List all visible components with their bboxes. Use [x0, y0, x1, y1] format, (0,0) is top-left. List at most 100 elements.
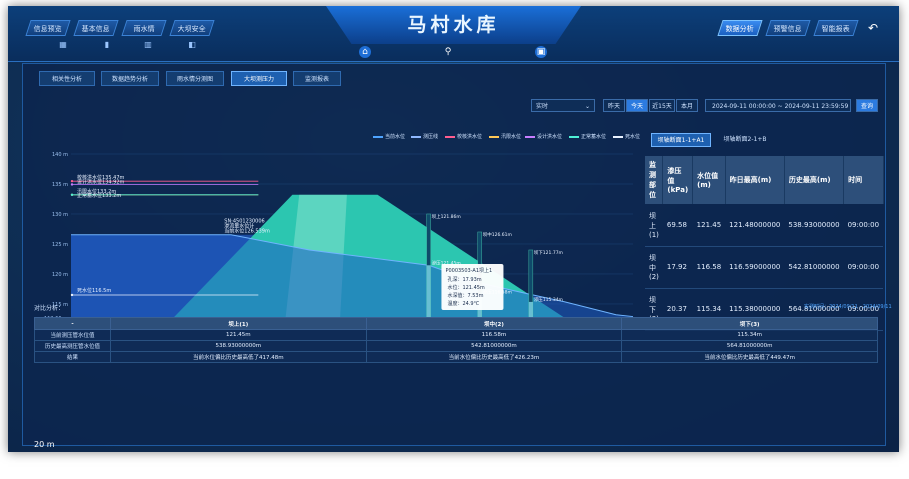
table-cell: 69.58: [662, 204, 693, 247]
table-row: 坝中(2) 17.92 116.58 116.59000000 542.8100…: [645, 246, 884, 289]
analysis-table: - 坝上(1) 坝中(2) 坝下(3) 当前测压管水位值 121.45m 116…: [34, 317, 878, 363]
table-row: 历史最高测压管水位值 538.93000000m 542.81000000m 5…: [34, 340, 878, 352]
tooltip-row: 水位：121.45m: [447, 284, 484, 291]
range-yesterday[interactable]: 昨天: [603, 99, 625, 112]
header-cell: 坝上(1): [110, 317, 367, 330]
header-cell: 渗压值(kPa): [662, 156, 694, 204]
tab-data-analysis[interactable]: 数据分析: [717, 20, 763, 36]
tooltip-title: P0003503-A1坝上1: [445, 267, 492, 274]
table-cell: 17.92: [662, 246, 693, 289]
grid-icon[interactable]: ▦: [58, 40, 68, 49]
query-button[interactable]: 查询: [856, 99, 878, 112]
back-icon[interactable]: ↶: [864, 20, 882, 36]
legend-item: 正常蓄水位: [569, 133, 606, 140]
header-cell: 水位值(m): [692, 156, 726, 204]
level-marker: [70, 179, 74, 183]
range-today[interactable]: 今天: [626, 99, 648, 112]
location-icon[interactable]: ⚲: [442, 46, 454, 58]
current-water-label: 当前水位126.539m: [224, 228, 270, 235]
y-tick-label: 130 m: [52, 212, 68, 218]
table-cell: 121.45m: [110, 329, 367, 341]
table-cell: 当前水位偏比历史最高低了449.47m: [621, 351, 878, 363]
row-label: 当前测压管水位值: [34, 329, 111, 341]
subtab-dam-pressure[interactable]: 大坝测压力: [231, 71, 287, 86]
piezometer-water: [426, 265, 431, 318]
piezometer-label: 坝下121.77m: [534, 249, 563, 256]
tab-smart-report[interactable]: 智能报表: [813, 20, 859, 36]
y-tick-label: 135 m: [52, 182, 68, 188]
range-month[interactable]: 本月: [676, 99, 698, 112]
level-label: 正常蓄水位133.2m: [77, 192, 121, 199]
analysis-range: 实测时间：2024/09/11 - 2024/09/11: [804, 304, 892, 310]
header-cell: 历史最高(m): [784, 156, 845, 204]
table-cell: 564.81000000m: [621, 340, 878, 352]
piezometer-sub-label: 渗压115.34m: [534, 296, 563, 303]
monitor-table-header: 监测部位 渗压值(kPa) 水位值(m) 昨日最高(m) 历史最高(m) 时间: [645, 156, 884, 204]
doc-icon[interactable]: ▮: [102, 40, 112, 49]
legend-item: 汛限水位: [489, 133, 521, 140]
table-cell: 当前水位偏比历史最高低了426.23m: [365, 351, 623, 363]
tab-warning-info[interactable]: 预警信息: [765, 20, 811, 36]
table-cell: 坝中(2): [645, 246, 663, 289]
header-cell: 坝下(3): [621, 317, 878, 330]
table-cell: 116.59000000: [725, 246, 785, 289]
piezometer-label: 坝中126.61m: [483, 231, 512, 238]
subtab-monitor-report[interactable]: 监测报表: [293, 71, 341, 86]
tooltip-row: 水深值：7.53m: [447, 292, 483, 299]
bars-icon[interactable]: ▥: [143, 40, 153, 49]
range-15days[interactable]: 近15天: [649, 99, 675, 112]
mode-select[interactable]: 实时 ⌄: [531, 99, 595, 112]
subtab-trend[interactable]: 数据趋势分析: [101, 71, 159, 86]
tab-overview[interactable]: 信息预览: [25, 20, 71, 36]
y-tick-label: 140 m: [52, 152, 68, 158]
date-range-input[interactable]: 2024-09-11 00:00:00 ~ 2024-09-11 23:59:5…: [705, 99, 851, 112]
page-title: 马村水库: [407, 14, 500, 36]
legend-item: 测压线: [411, 133, 438, 140]
table-row: 坝上(1) 69.58 121.45 121.48000000 538.9300…: [645, 204, 884, 247]
table-cell: 116.58m: [365, 329, 623, 341]
camera-icon[interactable]: ▣: [535, 46, 547, 58]
header-cell: 昨日最高(m): [725, 156, 785, 204]
level-label: 死水位116.5m: [77, 287, 111, 294]
legend-item: 当前水位: [373, 133, 405, 140]
row-label: 结果: [34, 351, 111, 363]
subtab-rain-map[interactable]: 雨水情分测图: [166, 71, 224, 86]
piezometer-label: 坝上121.86m: [432, 213, 461, 220]
chevron-down-icon: ⌄: [584, 103, 590, 110]
legend-item: 死水位: [613, 133, 640, 140]
dam-section-chart: 140 m135 m130 m125 m120 m115 m112.66 m16…: [44, 152, 638, 327]
tab-dam-safety[interactable]: 大坝安全: [169, 20, 215, 36]
y-tick-label: 125 m: [52, 242, 68, 248]
table-cell: 121.48000000: [725, 204, 785, 247]
level-marker: [70, 193, 74, 196]
table-cell: 09:00:00: [843, 246, 884, 289]
table-row: 当前测压管水位值 121.45m 116.58m 115.34m: [34, 329, 878, 341]
map-scale-label: 20 m: [34, 440, 55, 449]
header-cell: 坝中(2): [365, 317, 623, 330]
app-frame: 信息预览 基本信息 雨水情 大坝安全 ▦ ▮ ▥ ◧ 马村水库 ⌂ ⚲ ▣ 数据…: [8, 6, 899, 452]
main-panel: 相关性分析 数据趋势分析 雨水情分测图 大坝测压力 监测报表 实时 ⌄ 昨天 今…: [22, 63, 886, 446]
legend-item: 校核洪水位: [445, 133, 482, 140]
section-tab-1[interactable]: 坝轴断面1-1+A1: [651, 133, 711, 147]
table-cell: 538.93000000: [784, 204, 844, 247]
row-label: 历史最高测压管水位值: [34, 340, 111, 352]
home-icon[interactable]: ⌂: [359, 46, 371, 58]
subtab-correlation[interactable]: 相关性分析: [39, 71, 95, 86]
level-marker: [70, 293, 74, 297]
analysis-table-header: - 坝上(1) 坝中(2) 坝下(3): [34, 317, 878, 330]
table-cell: 115.34m: [621, 329, 878, 341]
legend-item: 设计洪水位: [525, 133, 562, 140]
table-cell: 坝上(1): [645, 204, 663, 247]
table-cell: 09:00:00: [843, 204, 884, 247]
level-label: 设计洪水位134.92m: [77, 178, 124, 185]
section-tab-2[interactable]: 坝轴断面2-1+B: [715, 133, 775, 147]
shield-icon[interactable]: ◧: [187, 40, 197, 49]
table-cell: 116.58: [692, 246, 726, 289]
piezometer-water: [528, 301, 533, 318]
level-marker: [70, 183, 74, 186]
header-cell: 时间: [843, 156, 884, 204]
header-cell: -: [34, 317, 111, 330]
tab-rain-water[interactable]: 雨水情: [121, 20, 167, 36]
tab-basic-info[interactable]: 基本信息: [73, 20, 119, 36]
table-cell: 当前水位偏比历史最高低了417.48m: [110, 351, 367, 363]
